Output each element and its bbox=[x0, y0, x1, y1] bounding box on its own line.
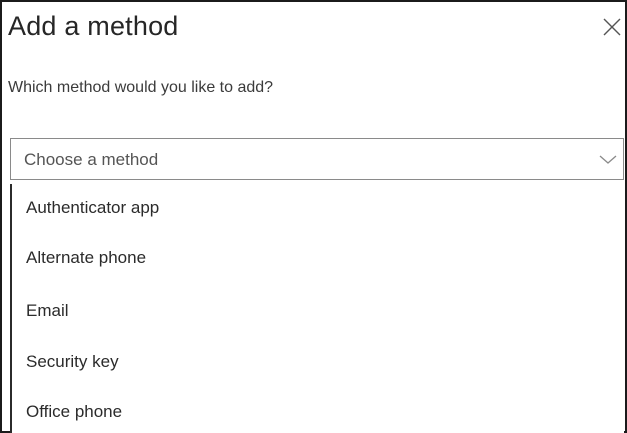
option-label: Authenticator app bbox=[26, 198, 160, 217]
method-prompt: Which method would you like to add? bbox=[8, 79, 274, 96]
option-label: Email bbox=[26, 301, 69, 320]
chevron-down-icon bbox=[599, 155, 617, 164]
option-office-phone[interactable]: Office phone bbox=[12, 388, 624, 433]
add-method-dialog: Add a method Which method would you like… bbox=[0, 0, 627, 433]
option-label: Alternate phone bbox=[26, 248, 147, 267]
dialog-title: Add a method bbox=[8, 11, 179, 41]
option-security-key[interactable]: Security key bbox=[12, 338, 624, 388]
option-email[interactable]: Email bbox=[12, 287, 624, 337]
method-options-list: Authenticator app Alternate phone Email … bbox=[10, 184, 624, 433]
close-icon bbox=[603, 18, 621, 36]
option-label: Office phone bbox=[26, 402, 123, 421]
option-label: Security key bbox=[26, 352, 119, 371]
method-select-value: Choose a method bbox=[24, 150, 159, 169]
method-select[interactable]: Choose a method bbox=[10, 138, 624, 180]
option-alternate-phone[interactable]: Alternate phone bbox=[12, 234, 624, 284]
close-button[interactable] bbox=[601, 16, 623, 38]
option-authenticator-app[interactable]: Authenticator app bbox=[12, 184, 624, 234]
